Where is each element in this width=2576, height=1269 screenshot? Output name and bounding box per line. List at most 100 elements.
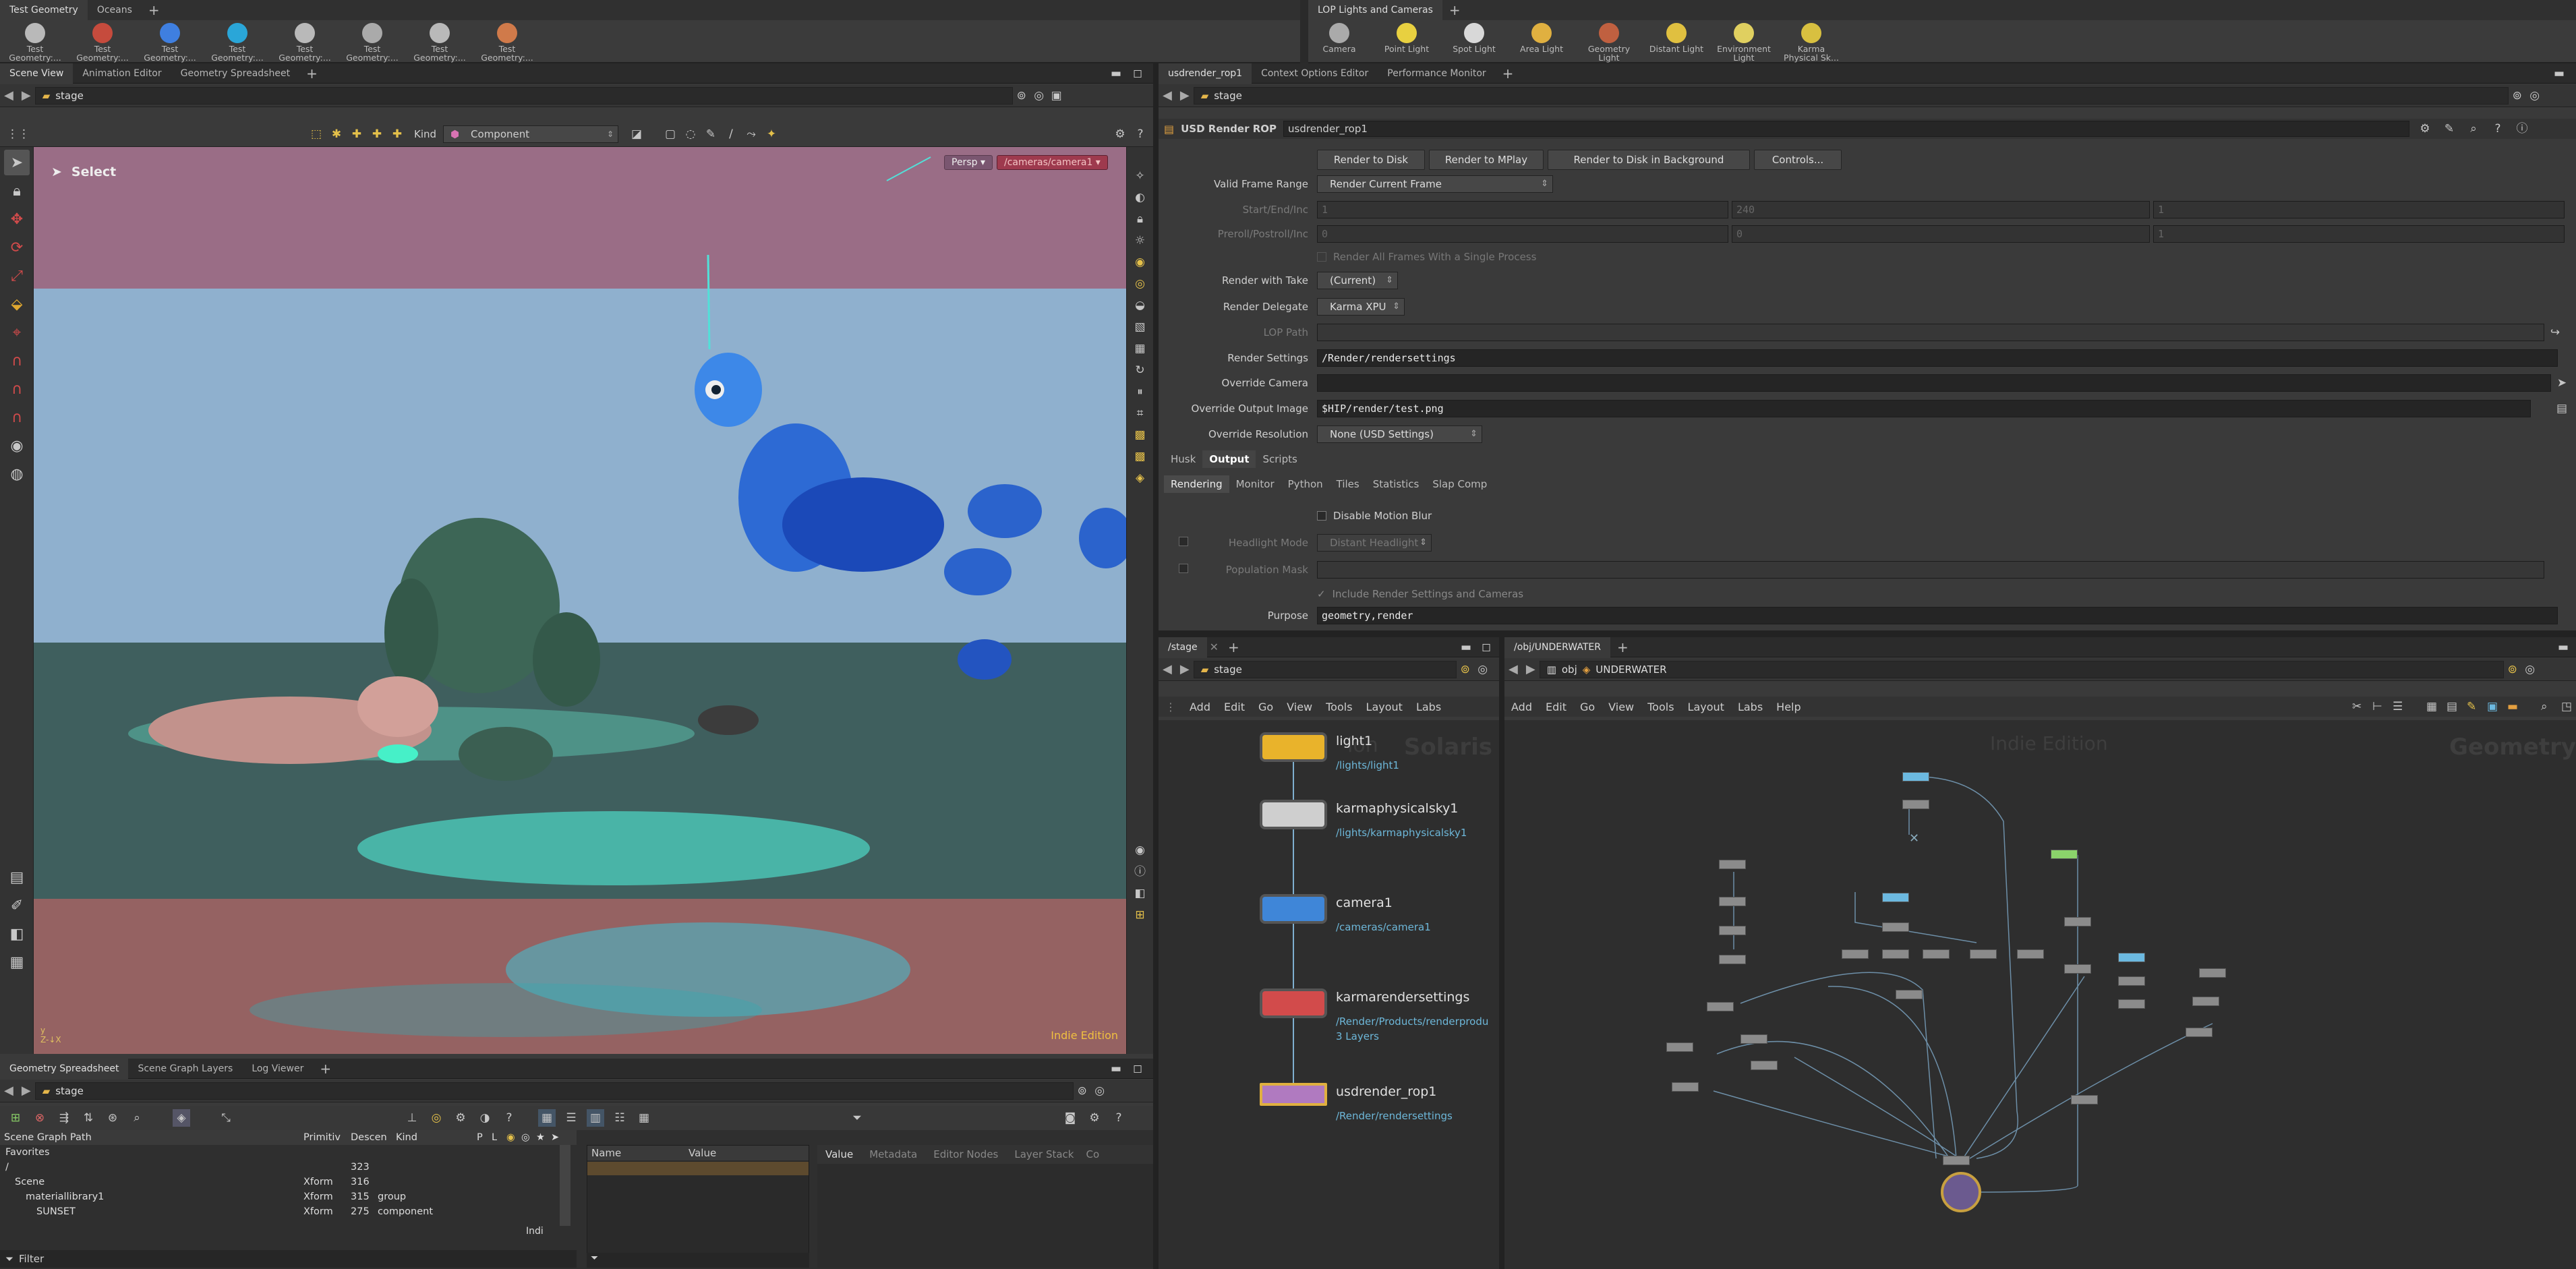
pane-menu-icon[interactable]: ▬ — [1457, 639, 1475, 656]
pose-tool-icon[interactable]: ⌖ — [4, 320, 30, 345]
geo-node[interactable] — [1672, 1082, 1699, 1092]
persp-menu[interactable]: Persp ▾ — [944, 155, 993, 170]
forward-arrow-icon[interactable]: ▶ — [18, 1084, 35, 1098]
environment-light-tool[interactable]: Environment Light — [1713, 23, 1775, 62]
back-arrow-icon[interactable]: ◀ — [1159, 662, 1176, 676]
render-background-button[interactable]: Render to Disk in Background — [1548, 150, 1750, 170]
geo-node[interactable] — [1666, 1042, 1693, 1052]
gear-icon[interactable]: ⚙ — [1111, 125, 1129, 143]
rotate-tool-icon[interactable]: ⟳ — [4, 235, 30, 260]
purpose-field[interactable]: geometry,render — [1317, 607, 2558, 624]
select-visible-icon[interactable]: ◪ — [628, 125, 645, 143]
menu-go[interactable]: Go — [1573, 701, 1602, 713]
options-icon[interactable]: ⊛ — [104, 1109, 121, 1127]
frame-icon[interactable]: ◳ — [2554, 698, 2572, 715]
select-tool-icon[interactable]: ➤ — [4, 150, 30, 175]
help-icon[interactable]: ? — [2489, 120, 2507, 138]
pin-icon[interactable]: ⊚ — [2509, 87, 2526, 105]
path-box[interactable]: ▰ stage — [1193, 660, 1457, 678]
shelf-tab-oceans[interactable]: Oceans — [88, 0, 142, 20]
grid-view-icon[interactable]: ▦ — [635, 1109, 653, 1127]
geo-node[interactable] — [1751, 1061, 1778, 1070]
shelf-tool-4[interactable]: Test Geometry:... — [274, 23, 336, 62]
stage-node-3[interactable] — [1260, 988, 1327, 1018]
geo-node[interactable] — [1970, 949, 1997, 959]
folder-icon[interactable]: ▬ — [2500, 698, 2518, 715]
file-browse-icon[interactable]: ▤ — [2553, 400, 2571, 417]
geo-node[interactable] — [1882, 922, 1909, 932]
camera-frame-icon[interactable]: ⌗ — [1132, 405, 1149, 422]
add-tab-button[interactable]: + — [1496, 65, 1521, 82]
geo-node[interactable] — [2064, 964, 2091, 974]
tab-output[interactable]: Output — [1202, 450, 1256, 468]
menu-labs[interactable]: Labs — [1409, 701, 1448, 713]
camera-menu[interactable]: /cameras/camera1 ▾ — [997, 155, 1108, 170]
tab-husk[interactable]: Husk — [1164, 450, 1202, 468]
add-shelf-tab-button[interactable]: + — [142, 2, 167, 18]
attr-filter-bar[interactable]: ⏷ — [587, 1253, 809, 1268]
col-name[interactable]: Name — [587, 1147, 689, 1159]
scissors-icon[interactable]: ✂ — [2345, 698, 2363, 715]
headlight-menu[interactable]: Distant Headlight — [1317, 534, 1432, 552]
tree-row[interactable]: SUNSET Xform 275 component — [0, 1204, 577, 1219]
layout-icon[interactable]: ▣ — [1048, 87, 1065, 105]
stage-node-2[interactable] — [1260, 894, 1327, 924]
geo-node[interactable] — [1882, 893, 1909, 902]
distant-light-tool[interactable]: Distant Light — [1645, 23, 1707, 62]
layers-icon[interactable]: ◑ — [476, 1109, 494, 1127]
tab-tiles[interactable]: Tiles — [1330, 475, 1366, 493]
col-path[interactable]: Scene Graph Path — [0, 1132, 303, 1143]
display-icon[interactable]: ▤ — [4, 864, 30, 890]
tab-usdrender-rop1[interactable]: usdrender_rop1 — [1159, 63, 1252, 84]
snap-grid-icon[interactable]: ▩ — [1132, 426, 1149, 444]
checkbox[interactable] — [1317, 511, 1326, 521]
col-kind[interactable]: Kind — [396, 1132, 477, 1143]
camera-icon[interactable]: ◙ — [1061, 1109, 1079, 1127]
new-prim-icon[interactable]: ⊞ — [7, 1109, 24, 1127]
geo-node[interactable] — [2118, 999, 2145, 1009]
back-arrow-icon[interactable]: ◀ — [1159, 88, 1176, 102]
node-name-field[interactable]: usdrender_rop1 — [1283, 121, 2410, 137]
magnet-tool-icon[interactable]: ∩ — [4, 348, 30, 374]
menu-go[interactable]: Go — [1252, 701, 1280, 713]
filter-mode-icon[interactable]: ◈ — [173, 1109, 190, 1127]
pin-icon[interactable]: ⊚ — [2504, 661, 2521, 678]
menu-add[interactable]: Add — [1504, 701, 1539, 713]
preroll-field[interactable]: 0 — [1317, 225, 1728, 243]
back-arrow-icon[interactable]: ◀ — [1504, 662, 1522, 676]
area-light-tool[interactable]: Area Light — [1511, 23, 1573, 62]
help-icon[interactable]: ? — [500, 1109, 518, 1127]
magnet-tool-3-icon[interactable]: ∩ — [4, 405, 30, 430]
end-field[interactable]: 240 — [1732, 201, 2150, 218]
grid-icon[interactable]: ▦ — [2420, 698, 2437, 715]
view-tool-icon[interactable]: ◉ — [4, 433, 30, 459]
select-mode-icon[interactable]: ⬚ — [308, 125, 325, 143]
camera-tool-icon[interactable]: ◍ — [4, 461, 30, 487]
col-l[interactable]: L — [492, 1132, 506, 1143]
wireframe-icon[interactable]: ▧ — [1132, 318, 1149, 336]
laser-select-icon[interactable]: / — [722, 125, 740, 143]
tab-co[interactable]: Co — [1082, 1148, 1103, 1160]
geo-node[interactable] — [1719, 860, 1746, 869]
wrench-icon[interactable]: ✎ — [2440, 120, 2458, 138]
tab-metadata[interactable]: Metadata — [861, 1148, 925, 1160]
jump-icon[interactable]: ↪ — [2546, 324, 2564, 341]
quad-view-icon[interactable]: ⊞ — [1132, 906, 1149, 924]
point-light-tool[interactable]: Point Light — [1376, 23, 1438, 62]
pin-icon[interactable]: ⊚ — [1074, 1082, 1091, 1100]
output-node[interactable] — [1941, 1172, 1981, 1212]
viewport-layout-icon[interactable]: ◧ — [1132, 885, 1149, 902]
add-tab-button[interactable]: + — [299, 65, 324, 82]
select-camera-icon[interactable]: ➤ — [2553, 374, 2571, 392]
render-all-frames-toggle[interactable]: Render All Frames With a Single Process — [1317, 251, 1536, 263]
forward-arrow-icon[interactable]: ▶ — [1522, 662, 1540, 676]
collapse-icon[interactable]: ⤡ — [217, 1109, 235, 1127]
population-mask-field[interactable] — [1317, 561, 2544, 579]
include-render-settings-toggle[interactable]: ✓ Include Render Settings and Cameras — [1317, 588, 1523, 600]
kind-dropdown[interactable]: ⬢ Component ⇕ — [443, 125, 619, 143]
shelf-tool-7[interactable]: Test Geometry:... — [476, 23, 538, 62]
render-to-mplay-button[interactable]: Render to MPlay — [1429, 150, 1544, 170]
add-shelf-tab-button[interactable]: + — [1442, 2, 1467, 18]
override-camera-field[interactable] — [1317, 374, 2551, 392]
link-icon[interactable]: ◎ — [1474, 661, 1492, 678]
